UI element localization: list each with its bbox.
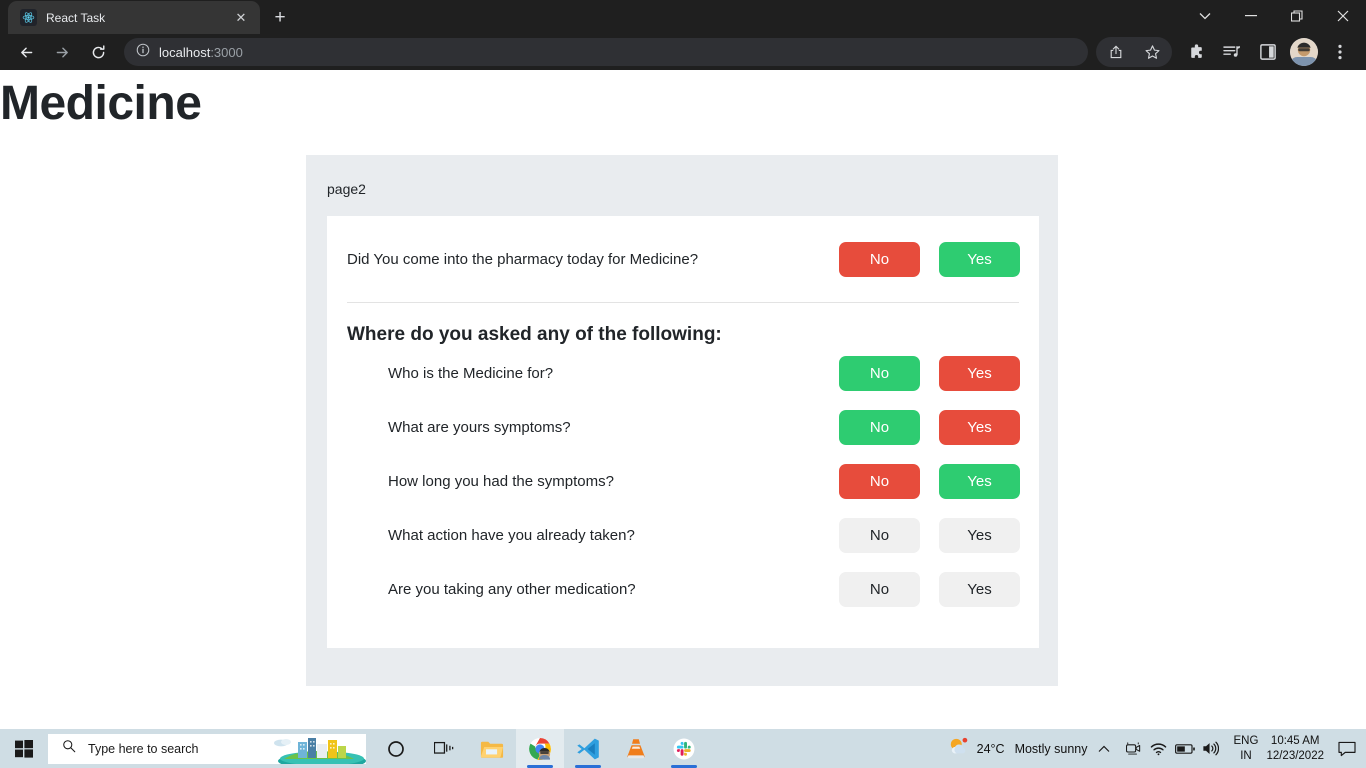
answer-button-group: No Yes	[839, 517, 1020, 553]
share-bookmark-pill	[1096, 37, 1172, 67]
volume-icon[interactable]	[1198, 729, 1224, 768]
weather-icon	[948, 737, 970, 760]
split-screen-icon[interactable]	[1253, 37, 1283, 67]
chevron-up-icon[interactable]	[1088, 729, 1120, 768]
address-bar[interactable]: localhost:3000	[124, 38, 1088, 66]
profile-avatar[interactable]	[1290, 38, 1318, 66]
question-text: What are yours symptoms?	[388, 418, 571, 436]
three-dot-menu-icon[interactable]	[1325, 37, 1355, 67]
answer-yes-button[interactable]: Yes	[939, 517, 1020, 553]
answer-yes-button[interactable]: Yes	[939, 241, 1020, 277]
vscode-icon[interactable]	[564, 729, 612, 768]
chrome-icon[interactable]	[516, 729, 564, 768]
cortana-icon[interactable]	[372, 729, 420, 768]
webcam-icon[interactable]	[1120, 729, 1146, 768]
questionnaire-card: Did You come into the pharmacy today for…	[327, 216, 1039, 648]
toolbar-right-group	[1096, 37, 1358, 67]
answer-yes-button[interactable]: Yes	[939, 571, 1020, 607]
system-tray: 24°C Mostly sunny ENG IN 10:45 AM 12/23/…	[948, 729, 1366, 768]
clock-date: 12/23/2022	[1266, 749, 1324, 762]
browser-toolbar: localhost:3000	[0, 34, 1366, 70]
browser-tab[interactable]: React Task ✕	[8, 1, 260, 34]
answer-yes-button[interactable]: Yes	[939, 355, 1020, 391]
question-text: Are you taking any other medication?	[388, 580, 636, 598]
puzzle-icon[interactable]	[1181, 37, 1211, 67]
media-playlist-icon[interactable]	[1217, 37, 1247, 67]
answer-button-group: No Yes	[839, 241, 1020, 277]
tab-search-icon[interactable]	[1182, 0, 1228, 32]
card-label: page2	[327, 181, 366, 197]
page-title: Medicine	[0, 77, 202, 130]
reload-icon[interactable]	[83, 37, 113, 67]
question-row: How long you had the symptoms? No Yes	[327, 454, 1039, 508]
answer-no-button[interactable]: No	[839, 463, 920, 499]
section-heading: Where do you asked any of the following:	[347, 324, 722, 345]
weather-condition: Mostly sunny	[1014, 741, 1088, 756]
weather-temperature: 24°C	[976, 741, 1005, 756]
answer-button-group: No Yes	[839, 355, 1020, 391]
star-icon[interactable]	[1137, 37, 1167, 67]
answer-no-button[interactable]: No	[839, 241, 920, 277]
language-line-2: IN	[1240, 749, 1252, 762]
clock[interactable]: 10:45 AM 12/23/2022	[1266, 734, 1324, 763]
url-port: :3000	[210, 44, 243, 60]
question-text: Who is the Medicine for?	[388, 364, 554, 382]
taskbar-search-illustration	[256, 734, 366, 764]
search-icon	[62, 739, 76, 758]
url-host: localhost	[159, 44, 211, 60]
page-card-outer: page2 Did You come into the pharmacy tod…	[306, 155, 1058, 686]
answer-yes-button[interactable]: Yes	[939, 463, 1020, 499]
close-window-icon[interactable]	[1320, 0, 1366, 32]
answer-no-button[interactable]: No	[839, 355, 920, 391]
tab-close-icon[interactable]: ✕	[232, 9, 250, 27]
minimize-icon[interactable]	[1228, 0, 1274, 32]
question-row-primary: Did You come into the pharmacy today for…	[327, 216, 1039, 302]
question-text: What action have you already taken?	[388, 526, 635, 544]
site-info-icon[interactable]	[136, 43, 150, 62]
answer-no-button[interactable]: No	[839, 571, 920, 607]
clock-time: 10:45 AM	[1270, 735, 1320, 748]
forward-arrow-icon[interactable]	[47, 37, 77, 67]
back-arrow-icon[interactable]	[11, 37, 41, 67]
tab-title: React Task	[46, 10, 106, 25]
question-row: What action have you already taken? No Y…	[327, 508, 1039, 562]
maximize-icon[interactable]	[1274, 0, 1320, 32]
address-bar-text: localhost:3000	[159, 45, 243, 60]
share-icon[interactable]	[1101, 37, 1131, 67]
page-viewport: Medicine page2 Did You come into the pha…	[0, 70, 1366, 733]
answer-yes-button[interactable]: Yes	[939, 409, 1020, 445]
window-controls	[1182, 0, 1366, 32]
file-explorer-icon[interactable]	[468, 729, 516, 768]
question-text: How long you had the symptoms?	[388, 472, 614, 490]
search-placeholder: Type here to search	[88, 741, 199, 756]
answer-button-group: No Yes	[839, 409, 1020, 445]
weather-widget[interactable]: 24°C Mostly sunny	[948, 737, 1088, 760]
browser-chrome: React Task ✕ + localhost:3000	[0, 0, 1366, 70]
search-input[interactable]: Type here to search	[48, 733, 366, 764]
windows-taskbar: Type here to search 24°C Mostly sunny EN…	[0, 729, 1366, 768]
answer-button-group: No Yes	[839, 463, 1020, 499]
answer-no-button[interactable]: No	[839, 517, 920, 553]
vlc-icon[interactable]	[612, 729, 660, 768]
language-indicator[interactable]: ENG IN	[1234, 734, 1259, 763]
battery-icon[interactable]	[1172, 729, 1198, 768]
answer-no-button[interactable]: No	[839, 409, 920, 445]
question-row: Who is the Medicine for? No Yes	[327, 346, 1039, 400]
question-row: Are you taking any other medication? No …	[327, 562, 1039, 616]
slack-icon[interactable]	[660, 729, 708, 768]
notification-icon[interactable]	[1332, 729, 1362, 768]
windows-start-icon[interactable]	[0, 729, 48, 768]
taskbar-pinned-icons	[372, 729, 708, 768]
task-view-icon[interactable]	[420, 729, 468, 768]
new-tab-button[interactable]: +	[266, 3, 294, 31]
tab-strip: React Task ✕ +	[0, 0, 1366, 34]
react-logo-icon	[20, 9, 37, 26]
question-text: Did You come into the pharmacy today for…	[347, 250, 699, 268]
language-line-1: ENG	[1233, 735, 1259, 748]
wifi-icon[interactable]	[1146, 729, 1172, 768]
question-row: What are yours symptoms? No Yes	[327, 400, 1039, 454]
answer-button-group: No Yes	[839, 571, 1020, 607]
